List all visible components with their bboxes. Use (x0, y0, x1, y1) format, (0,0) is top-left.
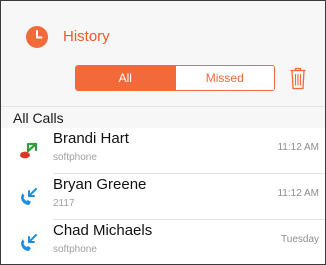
call-row-bryan-greene[interactable]: Bryan Greene 2117 11:12 AM (1, 174, 325, 220)
section-title: All Calls (13, 110, 64, 126)
contact-name: Brandi Hart (53, 130, 129, 147)
trash-icon[interactable] (289, 65, 307, 91)
call-detail: 2117 (53, 198, 75, 209)
call-row-brandi-hart[interactable]: Brandi Hart softphone 11:12 AM (1, 128, 325, 174)
contact-name: Bryan Greene (53, 176, 147, 193)
missed-call-icon (19, 142, 39, 160)
call-list: Brandi Hart softphone 11:12 AM Bryan Gre… (1, 128, 325, 264)
call-filter-segmented-control: All Missed (75, 65, 275, 91)
call-time: 11:12 AM (277, 188, 319, 199)
filter-missed-button[interactable]: Missed (174, 66, 274, 90)
call-row-chad-michaels[interactable]: Chad Michaels softphone Tuesday (1, 220, 325, 264)
page-title: History (63, 28, 110, 45)
call-time: 11:12 AM (277, 142, 319, 153)
app-frame: History All Missed All Calls Brandi Hart… (0, 0, 326, 265)
call-time: Tuesday (281, 234, 319, 245)
call-detail: softphone (53, 244, 97, 255)
contact-name: Chad Michaels (53, 222, 153, 239)
section-header: All Calls (1, 106, 325, 128)
filter-all-button[interactable]: All (76, 66, 175, 90)
header: History All Missed (1, 1, 325, 106)
incoming-call-icon (19, 234, 39, 252)
call-detail: softphone (53, 152, 97, 163)
clock-icon (26, 26, 48, 48)
incoming-call-icon (19, 188, 39, 206)
